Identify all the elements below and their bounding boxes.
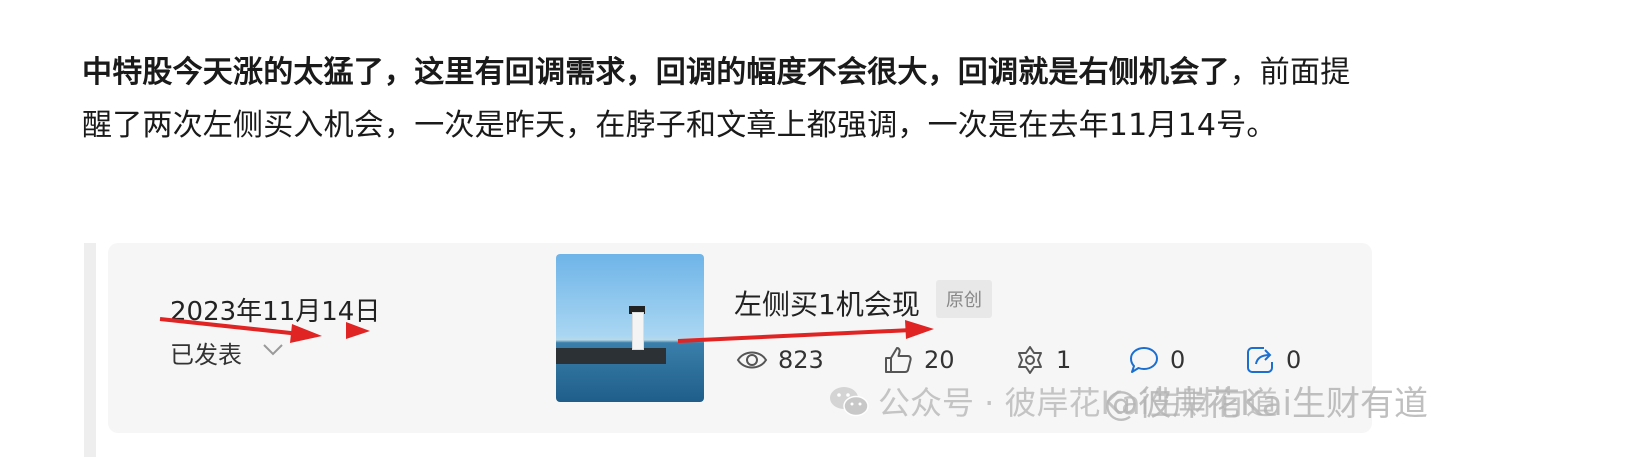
forward-icon [1247,347,1273,373]
comments-count: 0 [1170,346,1186,374]
quote-bar [84,243,96,457]
lighthouse-shape [632,312,644,350]
pier-shape [556,348,666,364]
article-paragraph: 中特股今天涨的太猛了，这里有回调需求，回调的幅度不会很大，回调就是右侧机会了，前… [82,46,1377,152]
watermark-overlay: @彼岸花Kai生财有道 [1104,384,1428,424]
original-badge: 原创 [936,280,992,318]
forwards-stat[interactable]: 0 [1244,344,1301,376]
thumbnail-image[interactable] [556,254,704,402]
article-title[interactable]: 左侧买1机会现 [734,283,920,323]
forwards-count: 0 [1286,346,1302,374]
likes-stat[interactable]: 20 [882,344,955,376]
publish-status: 已发表 [170,341,242,369]
comment-icon [1130,347,1158,373]
publish-date: 2023年11月14日 [170,297,381,327]
wechat-icon [830,387,869,417]
views-count: 823 [778,346,824,374]
chevron-down-icon[interactable] [262,342,284,358]
eye-icon [736,351,768,369]
likes-count: 20 [924,346,955,374]
share-icon [1018,346,1042,374]
comments-stat[interactable]: 0 [1128,344,1185,376]
shares-count: 1 [1056,346,1072,374]
bold-text: 中特股今天涨的太猛了，这里有回调需求，回调的幅度不会很大，回调就是右侧机会了 [82,55,1230,90]
views-stat: 823 [736,344,824,376]
shares-stat[interactable]: 1 [1014,344,1071,376]
thumbs-up-icon [885,347,912,373]
